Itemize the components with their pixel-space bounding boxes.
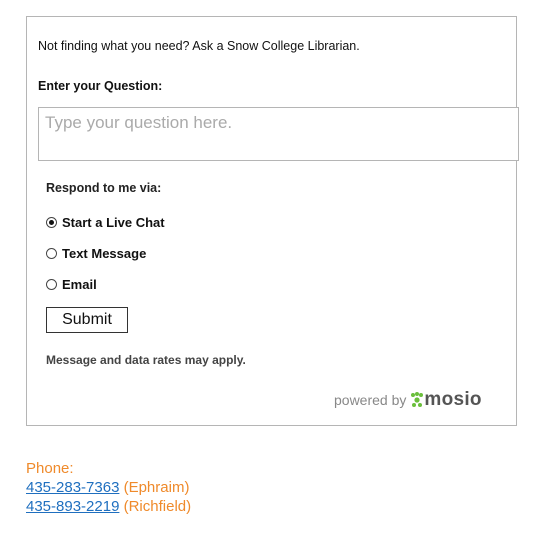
phone-link-richfield[interactable]: 435-893-2219 (26, 498, 119, 515)
respond-label: Respond to me via: (46, 181, 162, 195)
option-text-message[interactable]: Text Message (46, 246, 146, 261)
mosio-logo-icon (411, 392, 424, 407)
option-live-chat-label: Start a Live Chat (62, 215, 165, 230)
question-label: Enter your Question: (38, 79, 163, 93)
option-email-label: Email (62, 277, 97, 292)
powered-by-mosio[interactable]: powered by mosio (334, 389, 482, 411)
radio-text-message[interactable] (46, 248, 57, 259)
powered-by-text: powered by (334, 392, 407, 408)
phone-line-richfield: 435-893-2219 (Richfield) (26, 497, 191, 516)
mosio-brand-name: mosio (424, 389, 482, 410)
phone-location-richfield: (Richfield) (123, 498, 192, 515)
option-text-message-label: Text Message (62, 246, 147, 261)
option-live-chat[interactable]: Start a Live Chat (46, 215, 165, 230)
rates-disclaimer: Message and data rates may apply. (46, 353, 246, 367)
option-email[interactable]: Email (46, 277, 97, 292)
contact-info: Phone: 435-283-7363 (Ephraim) 435-893-22… (26, 459, 191, 516)
radio-email[interactable] (46, 279, 57, 290)
radio-live-chat[interactable] (46, 217, 57, 228)
phone-link-ephraim[interactable]: 435-283-7363 (26, 479, 119, 496)
submit-button[interactable]: Submit (46, 307, 128, 333)
intro-text: Not finding what you need? Ask a Snow Co… (38, 39, 360, 53)
ask-librarian-widget: Not finding what you need? Ask a Snow Co… (26, 16, 519, 426)
question-input[interactable] (38, 107, 519, 161)
phone-location-ephraim: (Ephraim) (123, 479, 190, 496)
phone-label: Phone: (26, 460, 74, 477)
mosio-logo: mosio (410, 389, 482, 411)
phone-line-ephraim: 435-283-7363 (Ephraim) (26, 478, 191, 497)
